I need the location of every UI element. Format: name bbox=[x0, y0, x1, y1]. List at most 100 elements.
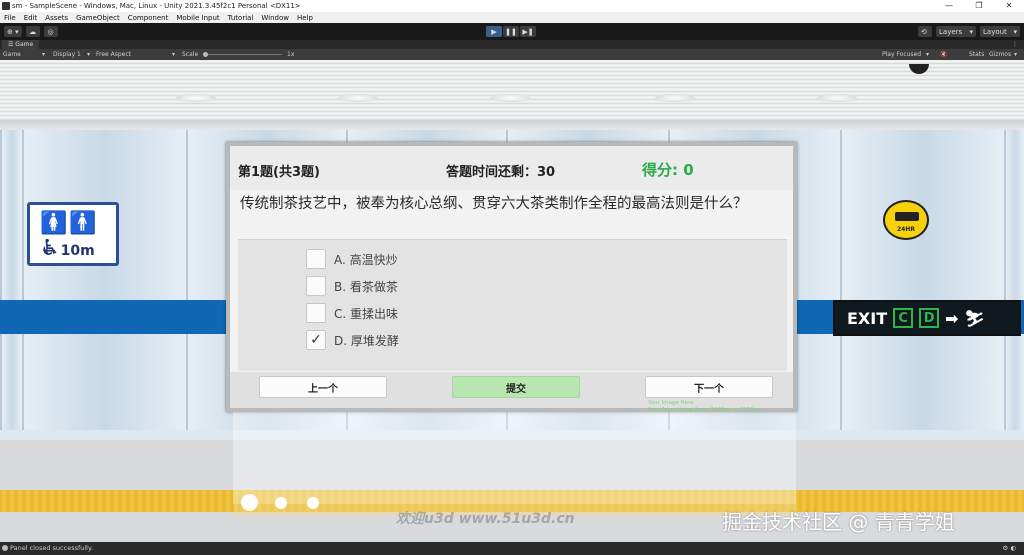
history-icon[interactable]: ⟲ bbox=[918, 26, 932, 37]
menu-window[interactable]: Window bbox=[257, 14, 293, 22]
option-a-checkbox[interactable] bbox=[306, 249, 326, 269]
view-dropdown[interactable]: Game bbox=[3, 51, 21, 58]
chevron-down-icon: ▾ bbox=[1014, 51, 1018, 58]
window-controls: — ❐ ✕ bbox=[934, 0, 1024, 12]
game-view-toolbar: Game ▾ Display 1 ▾ Free Aspect ▾ Scale 1… bbox=[0, 49, 1024, 60]
display-dropdown[interactable]: Display 1 bbox=[53, 51, 81, 58]
option-a-label: A. 高温快炒 bbox=[334, 252, 398, 267]
menu-gameobject[interactable]: GameObject bbox=[72, 14, 124, 22]
option-b-checkbox[interactable] bbox=[306, 276, 326, 296]
quiz-buttons: 上一个 提交 下一个 Your Image Here Free Advertis… bbox=[230, 372, 793, 413]
chevron-down-icon: ▾ bbox=[969, 27, 973, 36]
options-list: A. 高温快炒 B. 看茶做茶 C. 重揉出味 ✓ D. 厚堆发酵 bbox=[238, 239, 787, 371]
wall-panel bbox=[840, 130, 1004, 430]
menu-file[interactable]: File bbox=[0, 14, 20, 22]
layers-label: Layers bbox=[939, 27, 963, 36]
option-c[interactable]: C. 重揉出味 bbox=[306, 302, 398, 324]
exit-c-box: C bbox=[893, 308, 914, 328]
option-d[interactable]: ✓ D. 厚堆发酵 bbox=[306, 329, 399, 351]
exit-text: EXIT bbox=[847, 308, 888, 328]
option-a[interactable]: A. 高温快炒 bbox=[306, 248, 398, 270]
exit-d-box: D bbox=[919, 308, 940, 328]
page-dot-active[interactable] bbox=[241, 494, 258, 511]
menu-edit[interactable]: Edit bbox=[20, 14, 42, 22]
more-icon[interactable]: ⋮ bbox=[1012, 40, 1018, 49]
wall-panel bbox=[22, 130, 186, 430]
answer-timer: 答题时间还剩：30 bbox=[446, 165, 556, 180]
chevron-down-icon: ▾ bbox=[172, 51, 176, 58]
minimize-button[interactable]: — bbox=[934, 0, 964, 12]
quiz-panel: 第1题(共3题) 答题时间还剩：30 得分: 0 传统制茶技艺中，被奉为核心总纲… bbox=[226, 142, 797, 413]
option-c-label: C. 重揉出味 bbox=[334, 306, 399, 321]
ad-line-1: Your Image Here bbox=[648, 400, 694, 406]
layout-dropdown[interactable]: Layout ▾ bbox=[980, 26, 1020, 37]
scale-slider-track[interactable] bbox=[206, 54, 282, 55]
menu-mobile-input[interactable]: Mobile Input bbox=[172, 14, 223, 22]
quiz-header: 第1题(共3题) 答题时间还剩：30 得分: 0 bbox=[230, 146, 793, 190]
status-message: Panel closed successfully. bbox=[10, 544, 93, 552]
step-button[interactable]: ▶❚ bbox=[520, 26, 536, 37]
chevron-down-icon: ▾ bbox=[1013, 27, 1017, 36]
chevron-down-icon: ▾ bbox=[42, 51, 46, 58]
game-view: 🚺🚹♿ ← 10m 24HR EXIT C D ➡ ⛷ 第1题(共3题) 答题时… bbox=[0, 60, 1024, 542]
menu-help[interactable]: Help bbox=[293, 14, 317, 22]
option-b[interactable]: B. 看茶做茶 bbox=[306, 275, 398, 297]
menu-tutorial[interactable]: Tutorial bbox=[224, 14, 258, 22]
option-b-label: B. 看茶做茶 bbox=[334, 279, 398, 294]
prev-button[interactable]: 上一个 bbox=[259, 376, 387, 398]
question-number: 第1题(共3题) bbox=[238, 165, 320, 180]
menu-assets[interactable]: Assets bbox=[41, 14, 72, 22]
tab-game[interactable]: ☰ Game bbox=[2, 40, 40, 49]
maximize-button[interactable]: ❐ bbox=[964, 0, 994, 12]
ceiling bbox=[0, 60, 1024, 120]
wall-panel bbox=[1004, 130, 1024, 430]
menu-bar: File Edit Assets GameObject Component Mo… bbox=[0, 12, 1024, 23]
wall-panel bbox=[0, 130, 22, 430]
cctv-sign: 24HR bbox=[883, 200, 929, 240]
ceiling-lamp bbox=[817, 94, 857, 102]
info-icon bbox=[2, 545, 8, 551]
ceiling-lamp bbox=[176, 94, 216, 102]
page-dot[interactable] bbox=[307, 497, 319, 509]
tab-game-label: Game bbox=[15, 41, 34, 48]
restroom-distance: ← 10m bbox=[44, 243, 95, 259]
aspect-dropdown[interactable]: Free Aspect bbox=[96, 51, 131, 58]
site-watermark: 欢迎u3d www.51u3d.cn bbox=[396, 511, 575, 527]
window-title: sm - SampleScene - Windows, Mac, Linux -… bbox=[12, 2, 301, 10]
menu-component[interactable]: Component bbox=[124, 14, 173, 22]
gizmos-button[interactable]: Gizmos bbox=[989, 51, 1011, 58]
main-toolbar: ⊕ ▾ ☁ ◎ ▶ ❚❚ ▶❚ ⟲ Layers ▾ Layout ▾ bbox=[0, 23, 1024, 40]
scale-slider-knob[interactable] bbox=[203, 52, 208, 57]
option-d-label: D. 厚堆发酵 bbox=[334, 333, 399, 348]
cctv-camera-icon bbox=[895, 212, 919, 221]
escalator-icon: ⛷ bbox=[964, 308, 985, 328]
mute-icon[interactable]: 🔇 bbox=[940, 51, 947, 58]
option-d-checkbox[interactable]: ✓ bbox=[306, 330, 326, 350]
option-c-checkbox[interactable] bbox=[306, 303, 326, 323]
layout-label: Layout bbox=[983, 27, 1007, 36]
next-button[interactable]: 下一个 bbox=[645, 376, 773, 398]
pause-button[interactable]: ❚❚ bbox=[503, 26, 519, 37]
status-icons: ⚙ ◐ bbox=[1002, 544, 1016, 552]
play-focused-dropdown[interactable]: Play Focused bbox=[882, 51, 921, 58]
layers-dropdown[interactable]: Layers ▾ bbox=[936, 26, 976, 37]
submit-button[interactable]: 提交 bbox=[452, 376, 580, 398]
status-bar: Panel closed successfully. ⚙ ◐ bbox=[0, 542, 1024, 555]
restroom-distance-text: 10m bbox=[60, 243, 95, 259]
unity-logo-icon bbox=[2, 2, 10, 10]
ceiling-lamp bbox=[338, 94, 378, 102]
page-dot[interactable] bbox=[275, 497, 287, 509]
restroom-sign: 🚺🚹♿ ← 10m bbox=[27, 202, 119, 266]
close-button[interactable]: ✕ bbox=[994, 0, 1024, 12]
collab-icon[interactable]: ◎ bbox=[43, 26, 58, 37]
scale-label: Scale bbox=[182, 51, 199, 58]
question-text: 传统制茶技艺中，被奉为核心总纲、贯穿六大茶类制作全程的最高法则是什么？ bbox=[240, 196, 748, 212]
play-button[interactable]: ▶ bbox=[486, 26, 502, 37]
cloud-icon[interactable]: ☁ bbox=[25, 26, 40, 37]
stats-button[interactable]: Stats bbox=[969, 51, 984, 58]
account-button[interactable]: ⊕ ▾ bbox=[4, 26, 22, 37]
window-titlebar: sm - SampleScene - Windows, Mac, Linux -… bbox=[0, 0, 1024, 12]
scale-value: 1x bbox=[287, 51, 295, 58]
ceiling-lamp bbox=[491, 94, 531, 102]
game-tab-bar: ☰ Game ⋮ bbox=[0, 40, 1024, 49]
